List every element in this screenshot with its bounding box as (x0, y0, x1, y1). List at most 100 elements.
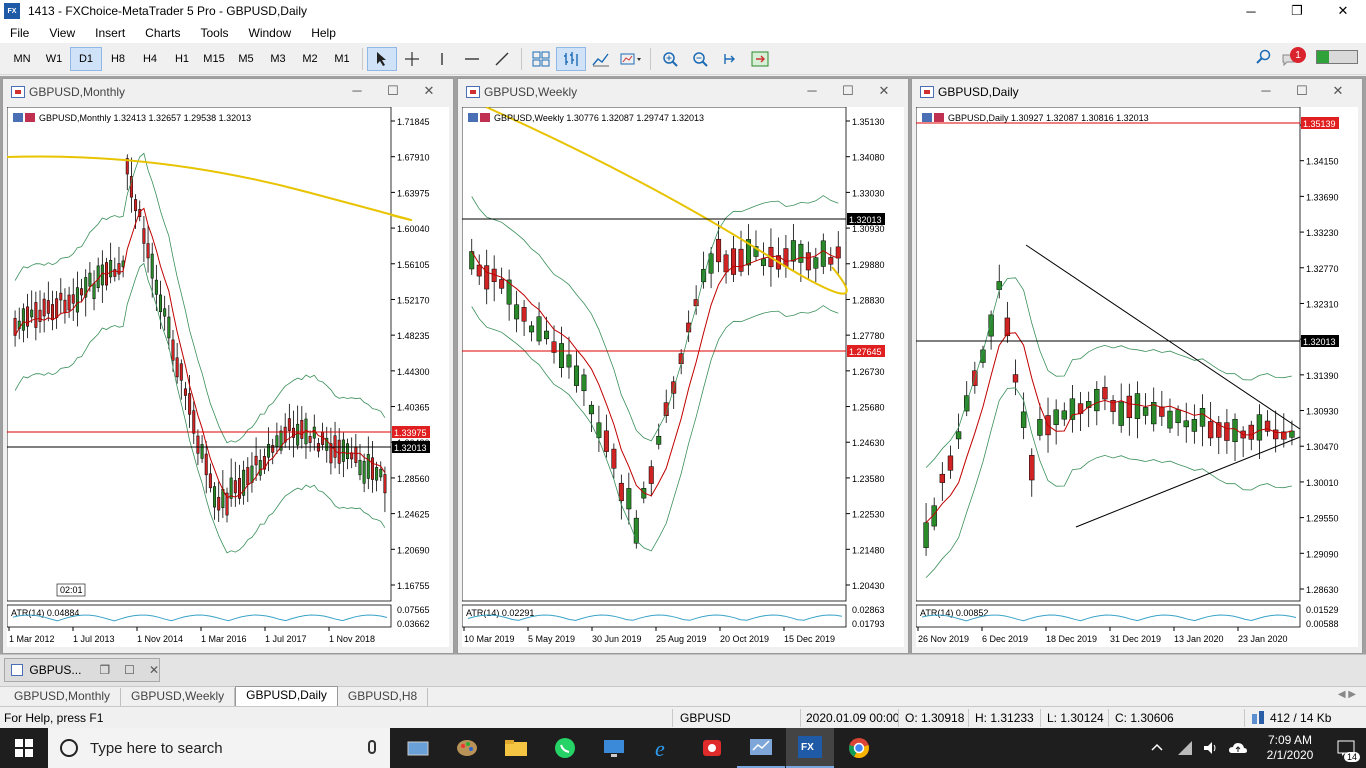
close-icon[interactable]: ✕ (149, 663, 159, 677)
minimized-chart-window[interactable]: GBPUS... ❐ ☐ ✕ (4, 658, 160, 682)
file-explorer-icon[interactable] (492, 728, 540, 768)
zoom-out-icon[interactable] (685, 47, 715, 71)
chart-close-button[interactable]: ✕ (411, 83, 447, 99)
chart-window-monthly[interactable]: GBPUSD,Monthly ─ ☐ ✕ 1.71845 1.67910 1.639… (2, 78, 454, 654)
chrome-icon[interactable] (835, 728, 883, 768)
menu-window[interactable]: Window (239, 26, 302, 40)
price-label: 1.26730 (852, 367, 885, 377)
search-icon[interactable] (1256, 49, 1272, 65)
timeframe-h4-button[interactable]: H4 (134, 47, 166, 71)
microphone-icon[interactable] (368, 740, 376, 754)
price-label: 1.33690 (1306, 192, 1339, 202)
close-button[interactable]: ✕ (1320, 0, 1366, 22)
internet-explorer-icon[interactable]: e (639, 728, 687, 768)
timeframe-h1-button[interactable]: H1 (166, 47, 198, 71)
onedrive-upload-icon[interactable] (1228, 739, 1248, 757)
taskbar-search-box[interactable]: Type here to search (48, 728, 390, 768)
date-label: 1 Nov 2014 (137, 634, 183, 644)
maximize-button[interactable]: ❐ (1274, 0, 1320, 22)
timeframe-d1-button[interactable]: D1 (70, 46, 102, 71)
notifications-icon[interactable]: 1 (1282, 47, 1306, 67)
price-label: 1.28830 (852, 295, 885, 305)
chart-maximize-button[interactable]: ☐ (830, 83, 866, 99)
fxchoice-app-icon[interactable]: FX (786, 728, 834, 768)
tile-windows-icon[interactable] (526, 47, 556, 71)
menu-charts[interactable]: Charts (135, 26, 190, 40)
chart-canvas[interactable]: 1.35130 1.34080 1.33030 1.30930 1.29880 1.288… (462, 107, 904, 647)
chart-minimize-button[interactable]: ─ (1248, 83, 1284, 99)
menu-tools[interactable]: Tools (191, 26, 239, 40)
candle-body (383, 474, 387, 494)
task-view-icon[interactable] (394, 728, 442, 768)
date-label: 25 Aug 2019 (656, 634, 707, 644)
price-label: 1.44300 (397, 367, 430, 377)
bar-chart-icon[interactable] (556, 46, 586, 71)
show-hidden-icons-chevron-icon[interactable] (1148, 739, 1166, 757)
timeframe-m2-button[interactable]: M2 (294, 47, 326, 71)
timeframe-m3-button[interactable]: M3 (262, 47, 294, 71)
horizontal-line-tool-icon[interactable] (457, 47, 487, 71)
tab-gbpusd-monthly[interactable]: GBPUSD,Monthly (4, 688, 122, 706)
menu-file[interactable]: File (0, 26, 39, 40)
status-open: O: 1.30918 (905, 711, 965, 725)
crosshair-tool-icon[interactable] (397, 47, 427, 71)
action-center-icon[interactable]: 14 (1326, 728, 1366, 768)
chart-window-daily[interactable]: GBPUSD,Daily ─ ☐ ✕ 1.346101.341501.33690… (911, 78, 1363, 654)
autoscroll-icon[interactable] (745, 47, 775, 71)
cursor-tool-icon[interactable] (367, 46, 397, 71)
network-icon[interactable] (1176, 739, 1194, 757)
remote-desktop-icon[interactable] (590, 728, 638, 768)
chart-window-title: GBPUSD,Daily (938, 85, 1019, 99)
chart-maximize-button[interactable]: ☐ (375, 83, 411, 99)
tab-gbpusd-h8[interactable]: GBPUSD,H8 (338, 688, 429, 706)
minimize-button[interactable]: ─ (1228, 0, 1274, 22)
chart-minimize-button[interactable]: ─ (794, 83, 830, 99)
chart-close-button[interactable]: ✕ (1320, 83, 1356, 99)
vertical-line-tool-icon[interactable] (427, 47, 457, 71)
timeframe-mn-button[interactable]: MN (6, 47, 38, 71)
chart-canvas[interactable]: 1.346101.341501.336901.332301.327701.323… (916, 107, 1358, 647)
zoom-in-icon[interactable] (655, 47, 685, 71)
windows-start-button[interactable] (0, 728, 48, 768)
candle-body (46, 300, 50, 314)
chart-close-button[interactable]: ✕ (866, 83, 902, 99)
chart-shift-icon[interactable] (715, 47, 745, 71)
candle-body (370, 457, 374, 480)
action-center-badge: 14 (1343, 752, 1360, 762)
ohlc-label: GBPUSD,Monthly 1.32413 1.32657 1.29538 1… (39, 113, 251, 123)
candle-body (790, 240, 796, 262)
taskbar-clock[interactable]: 7:09 AM 2/1/2020 (1254, 733, 1326, 763)
timeframe-h8-button[interactable]: H8 (102, 47, 134, 71)
maximize-icon[interactable]: ☐ (124, 663, 135, 677)
volume-icon[interactable] (1202, 739, 1220, 757)
indicators-icon[interactable] (616, 47, 646, 71)
trendline-tool-icon[interactable] (487, 47, 517, 71)
menu-view[interactable]: View (39, 26, 85, 40)
candle-body (163, 308, 167, 317)
menu-insert[interactable]: Insert (85, 26, 135, 40)
timeframe-m15-button[interactable]: M15 (198, 47, 230, 71)
timeframe-m1-button[interactable]: M1 (326, 47, 358, 71)
timeframe-m5-button[interactable]: M5 (230, 47, 262, 71)
tab-gbpusd-daily[interactable]: GBPUSD,Daily (235, 686, 338, 706)
whatsapp-icon[interactable] (541, 728, 589, 768)
media-app-icon[interactable] (688, 728, 736, 768)
atr-scale-label: 0.01793 (852, 619, 885, 629)
chart-canvas[interactable]: 1.71845 1.67910 1.63975 1.60040 1.56105 1.521… (7, 107, 449, 647)
tab-gbpusd-weekly[interactable]: GBPUSD,Weekly (121, 688, 236, 706)
candle-body (183, 388, 187, 396)
paint-app-icon[interactable] (443, 728, 491, 768)
chart-maximize-button[interactable]: ☐ (1284, 83, 1320, 99)
chart-window-icon (466, 86, 480, 98)
price-label: 1.29090 (1306, 549, 1339, 559)
restore-icon[interactable]: ❐ (99, 663, 110, 677)
timeframe-w1-button[interactable]: W1 (38, 47, 70, 71)
tabs-scroll-arrows[interactable]: ◀ ▶ (1338, 689, 1356, 700)
chart-minimize-button[interactable]: ─ (339, 83, 375, 99)
ohlc-label: GBPUSD,Weekly 1.30776 1.32087 1.29747 1.… (494, 113, 704, 123)
chart-window-weekly[interactable]: GBPUSD,Weekly ─ ☐ ✕ 1.35130 1.34080 1.3303… (457, 78, 909, 654)
metatrader-app-icon[interactable] (737, 728, 785, 768)
menu-help[interactable]: Help (301, 26, 346, 40)
price-level-marker-label: 1.35139 (1303, 119, 1336, 129)
line-chart-icon[interactable] (586, 47, 616, 71)
